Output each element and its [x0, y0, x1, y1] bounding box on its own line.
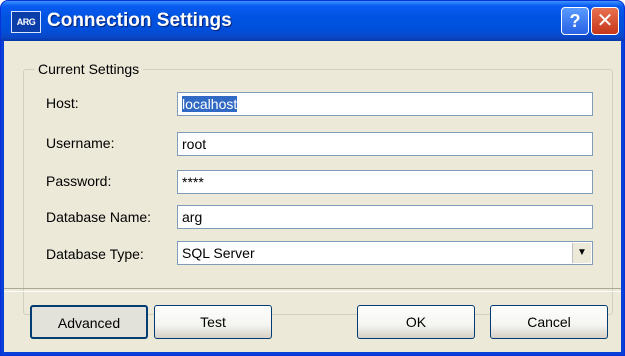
database-type-value: SQL Server	[182, 245, 255, 261]
group-legend: Current Settings	[34, 61, 144, 77]
cancel-button[interactable]: Cancel	[490, 305, 608, 339]
question-mark-icon: ?	[569, 11, 581, 31]
test-button[interactable]: Test	[154, 305, 272, 339]
host-input-value: localhost	[182, 96, 238, 112]
username-label: Username:	[46, 135, 115, 151]
password-input[interactable]: ****	[177, 170, 593, 194]
database-type-label: Database Type:	[46, 246, 144, 262]
help-button[interactable]: ?	[561, 7, 589, 35]
window-title: Connection Settings	[47, 10, 232, 31]
advanced-button[interactable]: Advanced	[30, 305, 148, 339]
close-icon: ✕	[596, 10, 614, 32]
database-name-label: Database Name:	[46, 209, 152, 225]
dropdown-arrow-icon[interactable]: ▼	[572, 243, 591, 263]
database-name-input[interactable]: arg	[177, 205, 593, 229]
host-input[interactable]: localhost	[177, 92, 593, 116]
database-type-select[interactable]: SQL Server ▼	[177, 241, 593, 265]
button-separator	[4, 288, 621, 292]
dialog-client-area: Current Settings Host: localhost Usernam…	[4, 41, 621, 352]
host-label: Host:	[46, 95, 79, 111]
app-logo-icon: ARG	[11, 11, 41, 33]
ok-button[interactable]: OK	[357, 305, 475, 339]
connection-settings-dialog: ARG Connection Settings ? ✕ Current Sett…	[0, 0, 625, 356]
username-input[interactable]: root	[177, 132, 593, 156]
close-button[interactable]: ✕	[591, 7, 619, 35]
password-label: Password:	[46, 173, 112, 189]
title-bar[interactable]: ARG Connection Settings ? ✕	[1, 1, 624, 41]
